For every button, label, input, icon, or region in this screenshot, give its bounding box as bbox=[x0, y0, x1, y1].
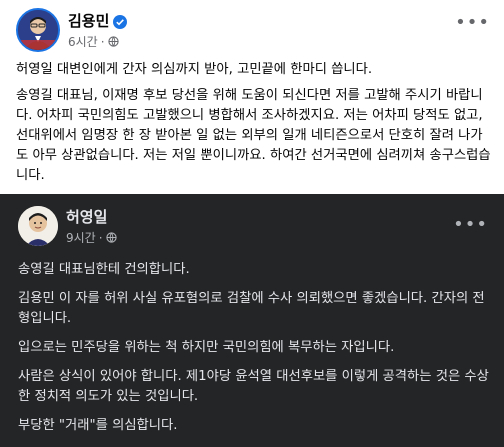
shared-post-paragraph: 김용민 이 자를 허위 사실 유포혐의로 검찰에 수사 의뢰했으면 좋겠습니다.… bbox=[18, 291, 485, 326]
shared-post-paragraph: 송영길 대표님한테 건의합니다. bbox=[18, 262, 190, 277]
post-meta: 6시간 · bbox=[68, 33, 127, 50]
post-header: 김용민 6시간 · bbox=[16, 8, 128, 52]
ellipsis-icon[interactable]: ••• bbox=[455, 12, 490, 33]
author-name[interactable]: 김용민 bbox=[68, 10, 109, 31]
globe-icon bbox=[107, 36, 119, 47]
meta-separator: · bbox=[100, 34, 105, 49]
shared-meta-separator: · bbox=[98, 230, 103, 245]
shared-post-paragraph: 사람은 상식이 있어야 합니다. 제1야당 윤석열 대선후보를 이렇게 공격하는… bbox=[18, 369, 489, 404]
verified-badge-icon bbox=[113, 14, 128, 29]
shared-author-avatar[interactable] bbox=[18, 206, 58, 246]
shared-post-paragraph: 부당한 "거래"를 의심합니다. bbox=[18, 418, 178, 433]
shared-avatar-image bbox=[18, 206, 58, 246]
shared-post-text: 송영길 대표님한테 건의합니다. 김용민 이 자를 허위 사실 유포혐의로 검찰… bbox=[18, 260, 494, 445]
post-text: 허영일 대변인에게 간자 의심까지 받아, 고민끝에 한마디 씁니다. 송영길 … bbox=[16, 60, 494, 192]
avatar-image bbox=[18, 10, 58, 50]
globe-icon bbox=[105, 232, 117, 243]
shared-post-paragraph: 입으로는 민주당을 위하는 척 하지만 국민의힘에 복무하는 자입니다. bbox=[18, 340, 395, 355]
shared-post-header: 허영일 9시간 · bbox=[18, 206, 117, 246]
post-timestamp[interactable]: 6시간 bbox=[68, 33, 98, 50]
ellipsis-icon[interactable]: ••• bbox=[453, 214, 488, 235]
post-paragraph: 송영길 대표님, 이재명 후보 당선을 위해 도움이 되신다면 저를 고발해 주… bbox=[16, 88, 491, 183]
facebook-post: 김용민 6시간 · ••• 허영일 대변인에게 간자 의심까지 받아, 고민끝에… bbox=[0, 0, 504, 447]
shared-post-timestamp[interactable]: 9시간 bbox=[66, 229, 96, 246]
shared-post-card[interactable]: 허영일 9시간 · ••• 송영길 대표님한테 건의합니다. 김용민 이 자를 … bbox=[0, 194, 504, 447]
shared-post-meta: 9시간 · bbox=[66, 229, 117, 246]
shared-author-name[interactable]: 허영일 bbox=[66, 206, 117, 227]
post-paragraph: 허영일 대변인에게 간자 의심까지 받아, 고민끝에 한마디 씁니다. bbox=[16, 62, 373, 77]
author-avatar[interactable] bbox=[16, 8, 60, 52]
